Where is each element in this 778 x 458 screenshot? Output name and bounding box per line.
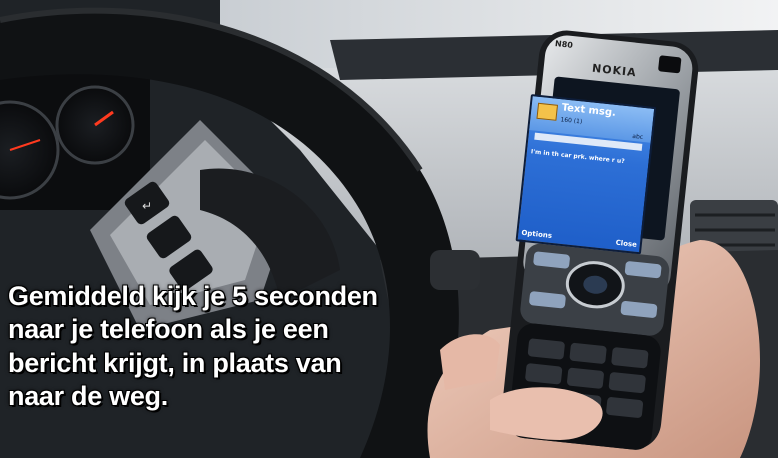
input-mode: abc	[631, 132, 644, 141]
close-softkey: Close	[615, 238, 638, 249]
message-text: I'm in th car prk. where r u?	[530, 148, 625, 166]
caption-line-4: naar de weg.	[8, 381, 168, 412]
svg-text:↵: ↵	[142, 199, 152, 213]
phone-screen: Text msg. 160 (1) abc I'm in th car prk.…	[515, 94, 657, 255]
caption-line-2: naar je telefoon als je een	[8, 314, 329, 345]
envelope-icon	[536, 102, 559, 121]
options-softkey: Options	[521, 228, 553, 240]
caption-line-3: bericht krijgt, in plaats van	[8, 347, 342, 378]
caption-text: Gemiddeld kijk je 5 seconden naar je tel…	[8, 280, 458, 414]
photo-scene: ↵ N80 NOKIA Text msg. 160 (1) abc I'm in…	[0, 0, 778, 458]
caption-line-1: Gemiddeld kijk je 5 seconden	[8, 281, 378, 311]
phone-model-label: N80	[554, 39, 574, 50]
